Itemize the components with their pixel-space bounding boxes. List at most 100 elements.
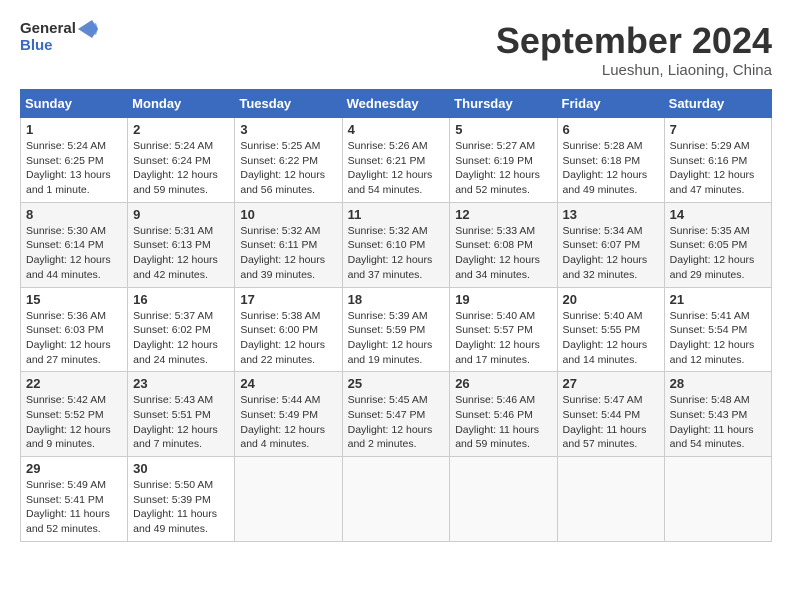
- calendar-week-row: 8Sunrise: 5:30 AM Sunset: 6:14 PM Daylig…: [21, 202, 772, 287]
- calendar-cell: 12Sunrise: 5:33 AM Sunset: 6:08 PM Dayli…: [450, 202, 557, 287]
- weekday-header: Wednesday: [342, 90, 450, 118]
- day-number: 27: [563, 376, 659, 391]
- day-number: 12: [455, 207, 551, 222]
- calendar-cell: 25 Sunrise: 5:45 AM Sunset: 5:47 PM Dayli…: [342, 372, 450, 457]
- day-info: Sunrise: 5:34 AM Sunset: 6:07 PM Dayligh…: [563, 224, 659, 283]
- day-info: Sunrise: 5:46 AM Sunset: 5:46 PM Dayligh…: [455, 393, 551, 452]
- calendar-week-row: 22 Sunrise: 5:42 AM Sunset: 5:52 PM Dayli…: [21, 372, 772, 457]
- month-title: September 2024: [496, 20, 772, 62]
- calendar-cell: 14 Sunrise: 5:35 AM Sunset: 6:05 PM Dayli…: [664, 202, 771, 287]
- calendar-cell: 5 Sunrise: 5:27 AM Sunset: 6:19 PM Daylig…: [450, 118, 557, 203]
- day-number: 14: [670, 207, 766, 222]
- calendar-cell: 10 Sunrise: 5:32 AM Sunset: 6:11 PM Dayli…: [235, 202, 342, 287]
- logo-blue: Blue: [20, 38, 53, 55]
- logo: General Blue: [20, 20, 98, 55]
- day-info: Sunrise: 5:40 AM Sunset: 5:57 PM Dayligh…: [455, 309, 551, 368]
- day-number: 19: [455, 292, 551, 307]
- day-info: Sunrise: 5:32 AM Sunset: 6:11 PM Dayligh…: [240, 224, 336, 283]
- calendar-cell: 9 Sunrise: 5:31 AM Sunset: 6:13 PM Daylig…: [128, 202, 235, 287]
- calendar-cell: 15Sunrise: 5:36 AM Sunset: 6:03 PM Dayli…: [21, 287, 128, 372]
- calendar-cell: 16Sunrise: 5:37 AM Sunset: 6:02 PM Dayli…: [128, 287, 235, 372]
- day-number: 18: [348, 292, 445, 307]
- day-number: 9: [133, 207, 229, 222]
- calendar-week-row: 29 Sunrise: 5:49 AM Sunset: 5:41 PM Dayli…: [21, 457, 772, 542]
- day-number: 6: [563, 122, 659, 137]
- day-info: Sunrise: 5:38 AM Sunset: 6:00 PM Dayligh…: [240, 309, 336, 368]
- calendar-cell: [342, 457, 450, 542]
- logo-bird-icon: [78, 20, 98, 38]
- day-number: 16: [133, 292, 229, 307]
- day-number: 1: [26, 122, 122, 137]
- day-number: 22: [26, 376, 122, 391]
- day-info: Sunrise: 5:41 AM Sunset: 5:54 PM Dayligh…: [670, 309, 766, 368]
- calendar-cell: 7Sunrise: 5:29 AM Sunset: 6:16 PM Daylig…: [664, 118, 771, 203]
- weekday-header: Tuesday: [235, 90, 342, 118]
- calendar-week-row: 15Sunrise: 5:36 AM Sunset: 6:03 PM Dayli…: [21, 287, 772, 372]
- calendar-cell: [664, 457, 771, 542]
- calendar-cell: 4Sunrise: 5:26 AM Sunset: 6:21 PM Daylig…: [342, 118, 450, 203]
- day-number: 11: [348, 207, 445, 222]
- weekday-header: Saturday: [664, 90, 771, 118]
- calendar-cell: 20 Sunrise: 5:40 AM Sunset: 5:55 PM Dayli…: [557, 287, 664, 372]
- calendar-cell: 21 Sunrise: 5:41 AM Sunset: 5:54 PM Dayli…: [664, 287, 771, 372]
- title-block: September 2024 Lueshun, Liaoning, China: [496, 20, 772, 79]
- day-info: Sunrise: 5:36 AM Sunset: 6:03 PM Dayligh…: [26, 309, 122, 368]
- day-info: Sunrise: 5:45 AM Sunset: 5:47 PM Dayligh…: [348, 393, 445, 452]
- calendar-cell: 28Sunrise: 5:48 AM Sunset: 5:43 PM Dayli…: [664, 372, 771, 457]
- day-number: 25: [348, 376, 445, 391]
- calendar-cell: 8Sunrise: 5:30 AM Sunset: 6:14 PM Daylig…: [21, 202, 128, 287]
- day-info: Sunrise: 5:24 AM Sunset: 6:25 PM Dayligh…: [26, 139, 122, 198]
- day-info: Sunrise: 5:40 AM Sunset: 5:55 PM Dayligh…: [563, 309, 659, 368]
- calendar-cell: 29 Sunrise: 5:49 AM Sunset: 5:41 PM Dayli…: [21, 457, 128, 542]
- logo-general: General: [20, 21, 76, 38]
- day-info: Sunrise: 5:48 AM Sunset: 5:43 PM Dayligh…: [670, 393, 766, 452]
- day-info: Sunrise: 5:27 AM Sunset: 6:19 PM Dayligh…: [455, 139, 551, 198]
- day-info: Sunrise: 5:31 AM Sunset: 6:13 PM Dayligh…: [133, 224, 229, 283]
- day-number: 23: [133, 376, 229, 391]
- day-info: Sunrise: 5:49 AM Sunset: 5:41 PM Dayligh…: [26, 478, 122, 537]
- calendar-cell: 18Sunrise: 5:39 AM Sunset: 5:59 PM Dayli…: [342, 287, 450, 372]
- day-info: Sunrise: 5:29 AM Sunset: 6:16 PM Dayligh…: [670, 139, 766, 198]
- calendar-cell: 13 Sunrise: 5:34 AM Sunset: 6:07 PM Dayli…: [557, 202, 664, 287]
- day-number: 29: [26, 461, 122, 476]
- day-info: Sunrise: 5:44 AM Sunset: 5:49 PM Dayligh…: [240, 393, 336, 452]
- day-info: Sunrise: 5:24 AM Sunset: 6:24 PM Dayligh…: [133, 139, 229, 198]
- day-number: 4: [348, 122, 445, 137]
- day-info: Sunrise: 5:42 AM Sunset: 5:52 PM Dayligh…: [26, 393, 122, 452]
- day-info: Sunrise: 5:28 AM Sunset: 6:18 PM Dayligh…: [563, 139, 659, 198]
- day-number: 2: [133, 122, 229, 137]
- day-number: 3: [240, 122, 336, 137]
- calendar-cell: 27 Sunrise: 5:47 AM Sunset: 5:44 PM Dayli…: [557, 372, 664, 457]
- weekday-header: Monday: [128, 90, 235, 118]
- day-number: 21: [670, 292, 766, 307]
- day-info: Sunrise: 5:30 AM Sunset: 6:14 PM Dayligh…: [26, 224, 122, 283]
- day-number: 17: [240, 292, 336, 307]
- calendar-cell: 3 Sunrise: 5:25 AM Sunset: 6:22 PM Daylig…: [235, 118, 342, 203]
- calendar-cell: 1 Sunrise: 5:24 AM Sunset: 6:25 PM Daylig…: [21, 118, 128, 203]
- weekday-header: Sunday: [21, 90, 128, 118]
- day-number: 30: [133, 461, 229, 476]
- calendar-cell: 11 Sunrise: 5:32 AM Sunset: 6:10 PM Dayli…: [342, 202, 450, 287]
- calendar-header-row: SundayMondayTuesdayWednesdayThursdayFrid…: [21, 90, 772, 118]
- day-number: 24: [240, 376, 336, 391]
- day-number: 5: [455, 122, 551, 137]
- calendar-cell: [235, 457, 342, 542]
- weekday-header: Friday: [557, 90, 664, 118]
- day-number: 10: [240, 207, 336, 222]
- calendar-cell: 30Sunrise: 5:50 AM Sunset: 5:39 PM Dayli…: [128, 457, 235, 542]
- calendar-cell: 22 Sunrise: 5:42 AM Sunset: 5:52 PM Dayli…: [21, 372, 128, 457]
- day-number: 13: [563, 207, 659, 222]
- calendar-week-row: 1 Sunrise: 5:24 AM Sunset: 6:25 PM Daylig…: [21, 118, 772, 203]
- calendar-cell: 24 Sunrise: 5:44 AM Sunset: 5:49 PM Dayli…: [235, 372, 342, 457]
- day-info: Sunrise: 5:32 AM Sunset: 6:10 PM Dayligh…: [348, 224, 445, 283]
- location: Lueshun, Liaoning, China: [496, 62, 772, 79]
- day-info: Sunrise: 5:43 AM Sunset: 5:51 PM Dayligh…: [133, 393, 229, 452]
- calendar-cell: 2 Sunrise: 5:24 AM Sunset: 6:24 PM Daylig…: [128, 118, 235, 203]
- day-info: Sunrise: 5:25 AM Sunset: 6:22 PM Dayligh…: [240, 139, 336, 198]
- page-header: General Blue September 2024 Lueshun, Lia…: [20, 20, 772, 79]
- day-number: 20: [563, 292, 659, 307]
- day-info: Sunrise: 5:47 AM Sunset: 5:44 PM Dayligh…: [563, 393, 659, 452]
- day-info: Sunrise: 5:35 AM Sunset: 6:05 PM Dayligh…: [670, 224, 766, 283]
- day-number: 26: [455, 376, 551, 391]
- calendar-cell: 26 Sunrise: 5:46 AM Sunset: 5:46 PM Dayli…: [450, 372, 557, 457]
